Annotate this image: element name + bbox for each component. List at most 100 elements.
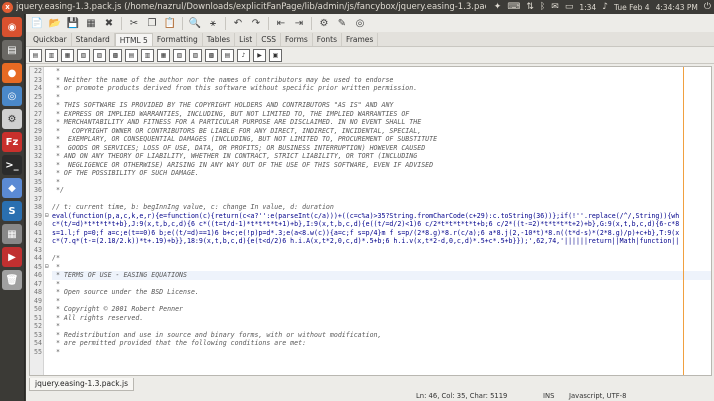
fold-marker[interactable]: [45, 178, 52, 187]
files-icon[interactable]: ▤: [2, 40, 22, 60]
code-line[interactable]: * NEGLIGENCE OR OTHERWISE) ARISING IN AN…: [52, 161, 711, 170]
fold-marker[interactable]: [45, 203, 52, 212]
code-line[interactable]: * GOODS OR SERVICES; LOSS OF USE, DATA, …: [52, 144, 711, 153]
code-line[interactable]: * Open source under the BSD License.: [52, 288, 711, 297]
ruby-icon[interactable]: ▩: [205, 48, 218, 62]
article-icon[interactable]: ▤: [29, 48, 42, 62]
undo-icon[interactable]: ↶: [230, 16, 246, 31]
bluefish-icon[interactable]: ◆: [2, 178, 22, 198]
fold-marker[interactable]: [45, 305, 52, 314]
code-line[interactable]: * Neither the name of the author nor the…: [52, 76, 711, 85]
cut-icon[interactable]: ✂: [126, 16, 142, 31]
preferences-icon[interactable]: ⚙: [316, 16, 332, 31]
firefox-icon[interactable]: ●: [2, 63, 22, 83]
fold-marker[interactable]: [45, 237, 52, 246]
bluetooth-icon[interactable]: ᛒ: [540, 2, 545, 12]
unindent-icon[interactable]: ⇤: [273, 16, 289, 31]
code-line[interactable]: * COPYRIGHT OWNER OR CONTRIBUTORS BE LIA…: [52, 127, 711, 136]
fold-marker[interactable]: [45, 254, 52, 263]
fold-marker[interactable]: [45, 339, 52, 348]
fold-marker[interactable]: [45, 220, 52, 229]
fold-marker[interactable]: [45, 246, 52, 255]
section-icon[interactable]: ▤: [221, 48, 234, 62]
open-folder-icon[interactable]: 📂: [47, 16, 63, 31]
youtube-icon[interactable]: ▶: [2, 247, 22, 267]
insert-mode[interactable]: INS: [543, 392, 554, 400]
battery-icon[interactable]: ▭: [565, 2, 574, 12]
fold-marker[interactable]: [45, 331, 52, 340]
figure-icon[interactable]: ▧: [77, 48, 90, 62]
fold-marker[interactable]: [45, 84, 52, 93]
fold-marker[interactable]: [45, 161, 52, 170]
copy-icon[interactable]: ❐: [144, 16, 160, 31]
terminal-icon[interactable]: >_: [2, 155, 22, 175]
new-file-icon[interactable]: 📄: [29, 16, 45, 31]
code-line[interactable]: * or promote products derived from this …: [52, 84, 711, 93]
fold-marker[interactable]: [45, 101, 52, 110]
app-icon[interactable]: ▦: [2, 224, 22, 244]
rp-icon[interactable]: ▧: [173, 48, 186, 62]
mark-icon[interactable]: ▥: [141, 48, 154, 62]
keyboard-icon[interactable]: ⌨: [507, 2, 520, 12]
paste-icon[interactable]: 📋: [162, 16, 178, 31]
video-icon[interactable]: ▶: [253, 48, 266, 62]
header-icon[interactable]: ▩: [109, 48, 122, 62]
indent-icon[interactable]: ⇥: [291, 16, 307, 31]
tab-fonts[interactable]: Fonts: [313, 33, 343, 46]
code-editor[interactable]: 22 23 24 25 26 27 28 29 30 31 32 33 34 35 36 37 38 39 40 41…: [29, 66, 712, 376]
code-line[interactable]: *: [52, 297, 711, 306]
code-line[interactable]: *: [52, 67, 711, 76]
hgroup-icon[interactable]: ▤: [125, 48, 138, 62]
code-text[interactable]: * * Neither the name of the author nor t…: [52, 67, 711, 356]
chromium-icon[interactable]: ◎: [2, 86, 22, 106]
tab-html5[interactable]: HTML 5: [114, 33, 153, 46]
code-line[interactable]: * AND ON ANY THEORY OF LIABILITY, WHETHE…: [52, 152, 711, 161]
code-line[interactable]: *: [52, 263, 711, 272]
dash-home-icon[interactable]: ◉: [2, 17, 22, 37]
tab-forms[interactable]: Forms: [281, 33, 313, 46]
replace-icon[interactable]: ⚹: [205, 16, 221, 31]
code-line[interactable]: * TERMS OF USE - EASING EQUATIONS: [52, 271, 711, 280]
network-icon[interactable]: ⇅: [526, 2, 534, 12]
fold-marker[interactable]: [45, 297, 52, 306]
help-icon[interactable]: ◎: [352, 16, 368, 31]
tab-standard[interactable]: Standard: [72, 33, 115, 46]
code-line[interactable]: /*: [52, 254, 711, 263]
close-window-button[interactable]: x: [2, 1, 13, 13]
nav-icon[interactable]: ▦: [157, 48, 170, 62]
fold-marker[interactable]: [45, 229, 52, 238]
dropbox-icon[interactable]: ✦: [494, 2, 502, 12]
clock-label[interactable]: 4:34:43 PM: [656, 3, 698, 12]
code-line[interactable]: [52, 195, 711, 204]
code-line[interactable]: * THIS SOFTWARE IS PROVIDED BY THE COPYR…: [52, 101, 711, 110]
fold-marker[interactable]: [45, 110, 52, 119]
fold-marker[interactable]: [45, 314, 52, 323]
audio-icon[interactable]: ♪: [237, 48, 250, 62]
settings-icon[interactable]: ⚙: [2, 109, 22, 129]
code-line[interactable]: * EXPRESS OR IMPLIED WARRANTIES, INCLUDI…: [52, 110, 711, 119]
tab-tables[interactable]: Tables: [203, 33, 236, 46]
fold-marker[interactable]: [45, 144, 52, 153]
fold-marker[interactable]: [45, 127, 52, 136]
filezilla-icon[interactable]: Fz: [2, 132, 22, 152]
code-line[interactable]: * are permitted provided that the follow…: [52, 339, 711, 348]
code-line[interactable]: c*(7.q*(t-=(2.18/2.k))*t+.19)+b}},18:9(x…: [52, 237, 711, 246]
tools-icon[interactable]: ✎: [334, 16, 350, 31]
fold-marker[interactable]: [45, 135, 52, 144]
code-line[interactable]: *: [52, 178, 711, 187]
code-line[interactable]: c*(t/=d)*t*t*t*t+b},J:9(x,t,b,c,d){6 c*(…: [52, 220, 711, 229]
redo-icon[interactable]: ↷: [248, 16, 264, 31]
figcaption-icon[interactable]: ▦: [61, 48, 74, 62]
skype-icon[interactable]: S: [2, 201, 22, 221]
fold-marker[interactable]: [45, 118, 52, 127]
fold-column[interactable]: ⊟ ⊟: [45, 67, 52, 375]
code-line[interactable]: * All rights reserved.: [52, 314, 711, 323]
code-line[interactable]: */: [52, 186, 711, 195]
fold-marker[interactable]: [45, 76, 52, 85]
fold-marker[interactable]: ⊟: [45, 263, 52, 272]
code-line[interactable]: [52, 246, 711, 255]
find-icon[interactable]: 🔍: [187, 16, 203, 31]
code-line[interactable]: * OF THE POSSIBILITY OF SUCH DAMAGE.: [52, 169, 711, 178]
power-icon[interactable]: ⏻: [704, 2, 711, 12]
document-tab[interactable]: jquery.easing-1.3.pack.js: [29, 378, 134, 391]
